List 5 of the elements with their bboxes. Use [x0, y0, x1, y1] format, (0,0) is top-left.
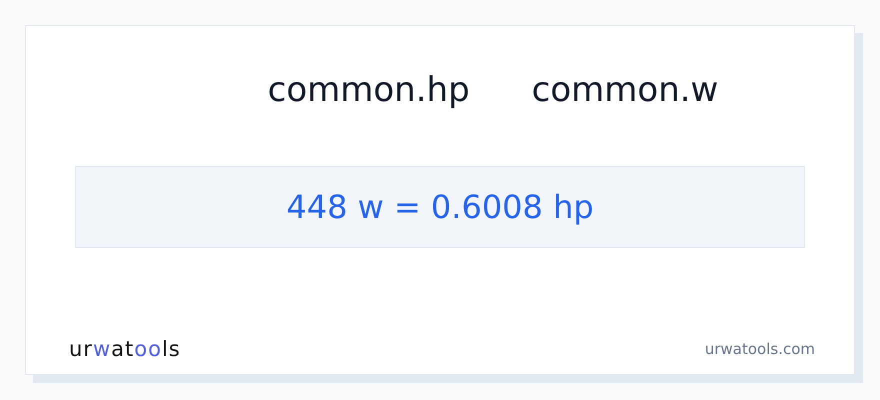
logo: urwatools [69, 337, 181, 361]
site-url: urwatools.com [704, 340, 815, 358]
conversion-result: 448 w = 0.6008 hp [286, 188, 594, 226]
unit-label: common.w [532, 69, 718, 112]
unit-label: common.hp [268, 69, 470, 112]
